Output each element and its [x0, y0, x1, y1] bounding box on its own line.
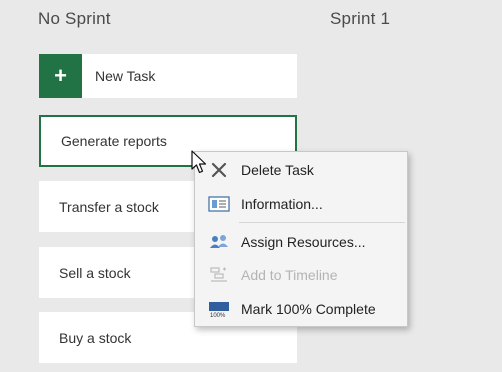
- menu-item-assign-resources[interactable]: Assign Resources...: [195, 227, 407, 257]
- menu-item-add-to-timeline: Add to Timeline: [195, 260, 407, 290]
- mouse-cursor-icon: [191, 150, 207, 174]
- context-menu: Delete Task Information... Assign Resour…: [194, 151, 408, 327]
- plus-icon: +: [39, 54, 82, 98]
- menu-divider: [239, 222, 405, 223]
- assign-resources-icon: [208, 232, 230, 252]
- menu-item-mark-complete[interactable]: 100% Mark 100% Complete: [195, 294, 407, 324]
- menu-item-label: Add to Timeline: [241, 267, 338, 283]
- menu-item-label: Mark 100% Complete: [241, 301, 376, 317]
- menu-item-label: Assign Resources...: [241, 234, 366, 250]
- menu-item-information[interactable]: Information...: [195, 189, 407, 219]
- menu-item-delete-task[interactable]: Delete Task: [195, 155, 407, 185]
- task-card-label: Generate reports: [61, 133, 167, 149]
- task-card-label: Sell a stock: [59, 264, 131, 281]
- new-task-button[interactable]: + New Task: [39, 54, 297, 98]
- task-card-label: Buy a stock: [59, 329, 132, 346]
- menu-item-label: Information...: [241, 196, 323, 212]
- new-task-label: New Task: [95, 68, 156, 84]
- add-to-timeline-icon: [208, 265, 230, 285]
- menu-item-label: Delete Task: [241, 162, 314, 178]
- delete-icon: [208, 160, 230, 180]
- mark-complete-icon: 100%: [208, 299, 230, 319]
- column-title-sprint-1: Sprint 1: [330, 9, 391, 28]
- column-title-no-sprint: No Sprint: [38, 9, 111, 28]
- task-card-label: Transfer a stock: [59, 198, 159, 215]
- information-icon: [208, 194, 230, 214]
- svg-text:100%: 100%: [210, 313, 226, 318]
